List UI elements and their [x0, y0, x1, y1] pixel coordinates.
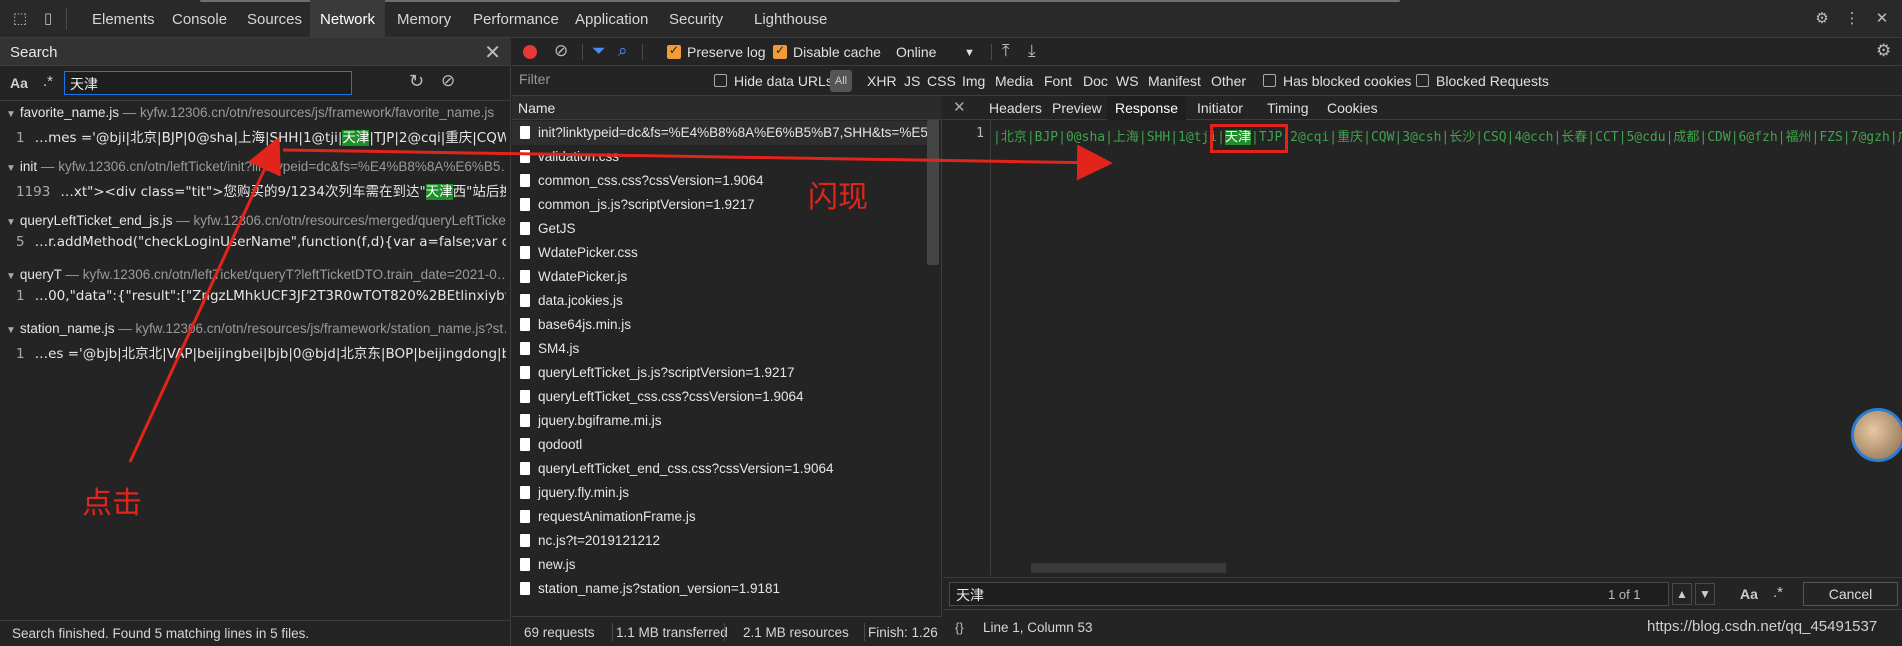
flash-arrow — [282, 144, 1113, 181]
annotation-flash: 闪现 — [808, 180, 868, 215]
annotation-click: 点击 — [82, 486, 142, 521]
annotation-highlight-box — [1210, 124, 1288, 153]
annotation-arrows — [128, 136, 1113, 463]
click-arrow — [128, 136, 281, 463]
